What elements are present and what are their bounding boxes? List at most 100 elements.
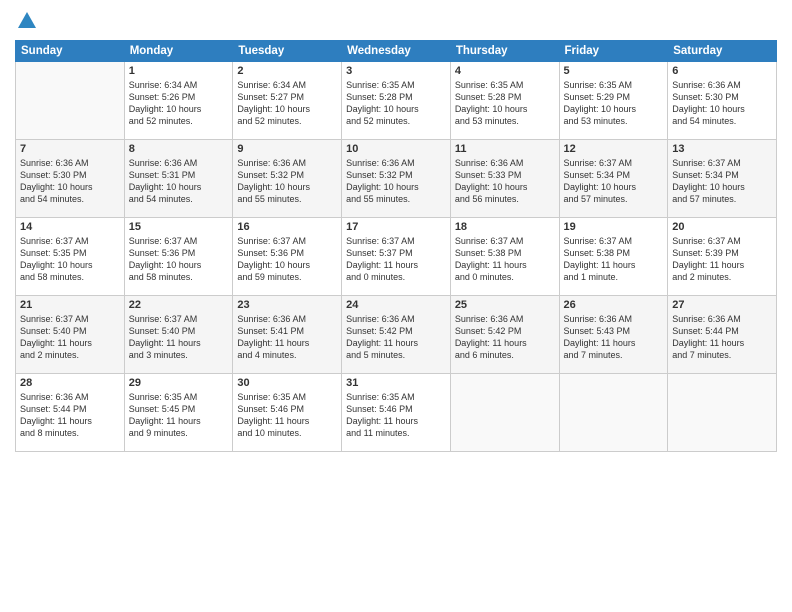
calendar-cell: 13Sunrise: 6:37 AM Sunset: 5:34 PM Dayli… — [668, 140, 777, 218]
calendar-cell: 15 Sunrise: 6:37 AM Sunset: 5:36 PM Dayli… — [124, 218, 233, 296]
day-info: Sunrise: 6:35 AM Sunset: 5:45 PM Dayligh… — [129, 391, 229, 440]
day-number: 1 — [129, 65, 229, 77]
day-info: Sunrise: 6:36 AM Sunset: 5:32 PM Dayligh… — [346, 157, 446, 206]
day-number: 17 — [346, 221, 446, 233]
calendar-cell: 16 Sunrise: 6:37 AM Sunset: 5:36 PM Dayli… — [233, 218, 342, 296]
day-info: Sunrise: 6:35 AM Sunset: 5:28 PM Dayligh… — [346, 79, 446, 128]
day-number: 21 — [20, 299, 120, 311]
calendar-cell: 14 Sunrise: 6:37 AM Sunset: 5:35 PM Dayli… — [16, 218, 125, 296]
day-number: 20 — [672, 221, 772, 233]
day-info: Sunrise: 6:36 AM Sunset: 5:31 PM Dayligh… — [129, 157, 229, 206]
day-number: 24 — [346, 299, 446, 311]
day-info: Sunrise: 6:37 AM Sunset: 5:36 PM Dayligh… — [237, 235, 337, 284]
day-number: 7 — [20, 143, 120, 155]
calendar-cell: 17 Sunrise: 6:37 AM Sunset: 5:37 PM Dayli… — [342, 218, 451, 296]
day-info: Sunrise: 6:35 AM Sunset: 5:46 PM Dayligh… — [237, 391, 337, 440]
day-number: 26 — [564, 299, 664, 311]
calendar-cell: 24 Sunrise: 6:36 AM Sunset: 5:42 PM Dayli… — [342, 296, 451, 374]
week-row-1: 1Sunrise: 6:34 AM Sunset: 5:26 PM Daylig… — [16, 62, 777, 140]
day-number: 14 — [20, 221, 120, 233]
weekday-friday: Friday — [559, 41, 668, 62]
day-number: 12 — [564, 143, 664, 155]
header — [15, 10, 777, 32]
day-number: 29 — [129, 377, 229, 389]
day-info: Sunrise: 6:36 AM Sunset: 5:32 PM Dayligh… — [237, 157, 337, 206]
day-info: Sunrise: 6:37 AM Sunset: 5:39 PM Dayligh… — [672, 235, 772, 284]
calendar-cell — [450, 374, 559, 452]
calendar-cell: 27 Sunrise: 6:36 AM Sunset: 5:44 PM Dayli… — [668, 296, 777, 374]
calendar-cell: 5 Sunrise: 6:35 AM Sunset: 5:29 PM Daylig… — [559, 62, 668, 140]
day-number: 9 — [237, 143, 337, 155]
day-info: Sunrise: 6:36 AM Sunset: 5:42 PM Dayligh… — [455, 313, 555, 362]
day-info: Sunrise: 6:37 AM Sunset: 5:37 PM Dayligh… — [346, 235, 446, 284]
day-info: Sunrise: 6:36 AM Sunset: 5:42 PM Dayligh… — [346, 313, 446, 362]
calendar-cell — [668, 374, 777, 452]
calendar-cell: 23 Sunrise: 6:36 AM Sunset: 5:41 PM Dayli… — [233, 296, 342, 374]
day-info: Sunrise: 6:35 AM Sunset: 5:28 PM Dayligh… — [455, 79, 555, 128]
day-number: 19 — [564, 221, 664, 233]
calendar-cell: 26 Sunrise: 6:36 AM Sunset: 5:43 PM Dayli… — [559, 296, 668, 374]
calendar-cell: 19 Sunrise: 6:37 AM Sunset: 5:38 PM Dayli… — [559, 218, 668, 296]
calendar-cell: 10Sunrise: 6:36 AM Sunset: 5:32 PM Dayli… — [342, 140, 451, 218]
day-info: Sunrise: 6:34 AM Sunset: 5:27 PM Dayligh… — [237, 79, 337, 128]
day-info: Sunrise: 6:35 AM Sunset: 5:46 PM Dayligh… — [346, 391, 446, 440]
calendar-table: SundayMondayTuesdayWednesdayThursdayFrid… — [15, 40, 777, 452]
week-row-2: 7 Sunrise: 6:36 AM Sunset: 5:30 PM Daylig… — [16, 140, 777, 218]
day-info: Sunrise: 6:36 AM Sunset: 5:41 PM Dayligh… — [237, 313, 337, 362]
day-number: 5 — [564, 65, 664, 77]
day-number: 23 — [237, 299, 337, 311]
day-number: 31 — [346, 377, 446, 389]
calendar-cell: 22 Sunrise: 6:37 AM Sunset: 5:40 PM Dayli… — [124, 296, 233, 374]
calendar-cell: 9 Sunrise: 6:36 AM Sunset: 5:32 PM Daylig… — [233, 140, 342, 218]
calendar-cell: 7 Sunrise: 6:36 AM Sunset: 5:30 PM Daylig… — [16, 140, 125, 218]
day-info: Sunrise: 6:36 AM Sunset: 5:30 PM Dayligh… — [20, 157, 120, 206]
weekday-tuesday: Tuesday — [233, 41, 342, 62]
day-number: 25 — [455, 299, 555, 311]
day-number: 4 — [455, 65, 555, 77]
calendar-cell: 3 Sunrise: 6:35 AM Sunset: 5:28 PM Daylig… — [342, 62, 451, 140]
day-info: Sunrise: 6:35 AM Sunset: 5:29 PM Dayligh… — [564, 79, 664, 128]
logo — [15, 10, 41, 32]
day-number: 27 — [672, 299, 772, 311]
logo-icon — [16, 10, 38, 32]
day-info: Sunrise: 6:37 AM Sunset: 5:35 PM Dayligh… — [20, 235, 120, 284]
day-number: 22 — [129, 299, 229, 311]
day-info: Sunrise: 6:37 AM Sunset: 5:38 PM Dayligh… — [455, 235, 555, 284]
day-info: Sunrise: 6:37 AM Sunset: 5:40 PM Dayligh… — [20, 313, 120, 362]
day-info: Sunrise: 6:37 AM Sunset: 5:40 PM Dayligh… — [129, 313, 229, 362]
day-number: 8 — [129, 143, 229, 155]
calendar-cell: 30 Sunrise: 6:35 AM Sunset: 5:46 PM Dayli… — [233, 374, 342, 452]
weekday-saturday: Saturday — [668, 41, 777, 62]
calendar-cell: 20 Sunrise: 6:37 AM Sunset: 5:39 PM Dayli… — [668, 218, 777, 296]
week-row-5: 28Sunrise: 6:36 AM Sunset: 5:44 PM Dayli… — [16, 374, 777, 452]
calendar-cell — [559, 374, 668, 452]
week-row-4: 21 Sunrise: 6:37 AM Sunset: 5:40 PM Dayli… — [16, 296, 777, 374]
day-number: 2 — [237, 65, 337, 77]
calendar-cell: 28Sunrise: 6:36 AM Sunset: 5:44 PM Dayli… — [16, 374, 125, 452]
calendar-cell: 1Sunrise: 6:34 AM Sunset: 5:26 PM Daylig… — [124, 62, 233, 140]
day-info: Sunrise: 6:37 AM Sunset: 5:38 PM Dayligh… — [564, 235, 664, 284]
weekday-monday: Monday — [124, 41, 233, 62]
calendar-cell: 8 Sunrise: 6:36 AM Sunset: 5:31 PM Daylig… — [124, 140, 233, 218]
calendar-cell: 2 Sunrise: 6:34 AM Sunset: 5:27 PM Daylig… — [233, 62, 342, 140]
calendar-cell: 25 Sunrise: 6:36 AM Sunset: 5:42 PM Dayli… — [450, 296, 559, 374]
day-info: Sunrise: 6:37 AM Sunset: 5:36 PM Dayligh… — [129, 235, 229, 284]
day-info: Sunrise: 6:36 AM Sunset: 5:30 PM Dayligh… — [672, 79, 772, 128]
calendar-cell: 21 Sunrise: 6:37 AM Sunset: 5:40 PM Dayli… — [16, 296, 125, 374]
calendar-cell: 4 Sunrise: 6:35 AM Sunset: 5:28 PM Daylig… — [450, 62, 559, 140]
calendar-cell — [16, 62, 125, 140]
calendar-cell: 29 Sunrise: 6:35 AM Sunset: 5:45 PM Dayli… — [124, 374, 233, 452]
week-row-3: 14 Sunrise: 6:37 AM Sunset: 5:35 PM Dayli… — [16, 218, 777, 296]
day-info: Sunrise: 6:37 AM Sunset: 5:34 PM Dayligh… — [564, 157, 664, 206]
day-number: 30 — [237, 377, 337, 389]
day-info: Sunrise: 6:36 AM Sunset: 5:44 PM Dayligh… — [20, 391, 120, 440]
day-info: Sunrise: 6:36 AM Sunset: 5:44 PM Dayligh… — [672, 313, 772, 362]
day-number: 15 — [129, 221, 229, 233]
day-number: 16 — [237, 221, 337, 233]
day-number: 11 — [455, 143, 555, 155]
day-number: 18 — [455, 221, 555, 233]
day-number: 3 — [346, 65, 446, 77]
calendar-cell: 12 Sunrise: 6:37 AM Sunset: 5:34 PM Dayli… — [559, 140, 668, 218]
day-info: Sunrise: 6:36 AM Sunset: 5:43 PM Dayligh… — [564, 313, 664, 362]
day-info: Sunrise: 6:36 AM Sunset: 5:33 PM Dayligh… — [455, 157, 555, 206]
